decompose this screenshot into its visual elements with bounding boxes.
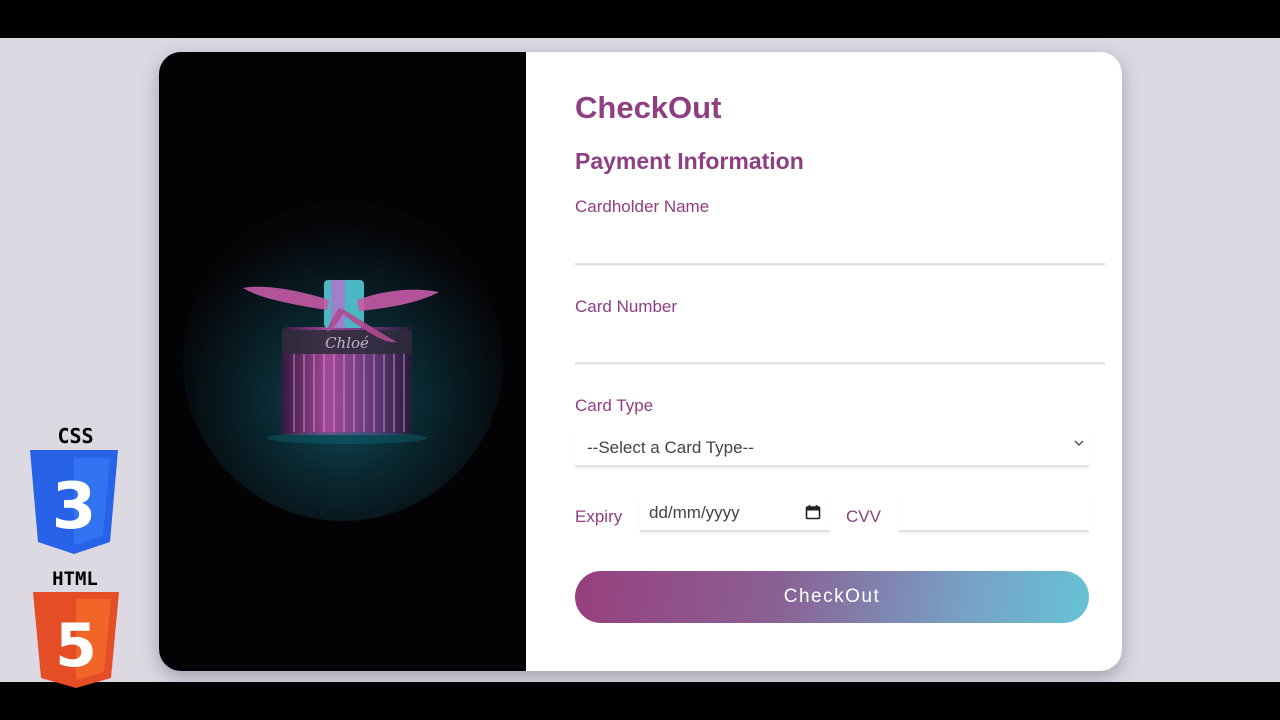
html-logo-label: HTML <box>52 568 98 590</box>
expiry-label: Expiry <box>575 507 623 526</box>
card-number-label: Card Number <box>575 297 678 316</box>
expiry-date-input[interactable]: dd/mm/yyyy <box>640 496 830 532</box>
card-type-selected-value: --Select a Card Type-- <box>587 438 754 457</box>
calendar-icon[interactable] <box>805 504 821 520</box>
cvv-label: CVV <box>846 507 881 526</box>
css3-logo-number: 3 <box>52 470 97 544</box>
bottle-brand-text: Chloé <box>325 334 369 352</box>
checkout-button[interactable]: CheckOut <box>575 571 1089 623</box>
chevron-down-icon <box>1074 440 1084 447</box>
payment-form: CheckOut Payment Information Cardholder … <box>575 52 1105 671</box>
page-title: CheckOut <box>575 90 722 125</box>
card-number-input[interactable] <box>575 330 1105 364</box>
cardholder-name-label: Cardholder Name <box>575 197 710 216</box>
cvv-input[interactable] <box>899 496 1089 532</box>
expiry-date-placeholder: dd/mm/yyyy <box>649 503 740 522</box>
tech-logos: CSS 3 HTML 5 <box>28 424 128 688</box>
checkout-card: Chloé CheckOut Payment Information Cardh… <box>159 52 1122 671</box>
cardholder-name-input[interactable] <box>575 231 1105 265</box>
css3-logo: 3 <box>30 450 118 554</box>
page-background: CSS 3 HTML 5 Chloé CheckOut Payment Info… <box>0 38 1280 688</box>
card-type-select[interactable]: --Select a Card Type-- <box>575 431 1089 467</box>
css-logo-label: CSS <box>57 424 94 448</box>
html5-logo: 5 <box>33 592 119 688</box>
product-image: Chloé <box>159 52 526 671</box>
section-title: Payment Information <box>575 148 804 174</box>
html5-logo-number: 5 <box>55 611 97 681</box>
card-type-label: Card Type <box>575 396 654 415</box>
